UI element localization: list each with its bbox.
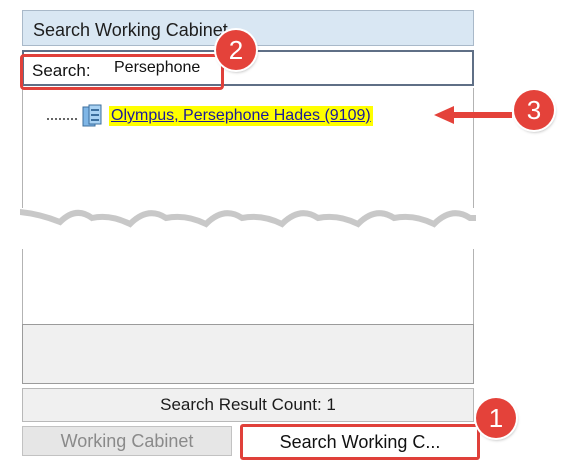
search-result-count: Search Result Count: 1 bbox=[22, 388, 474, 422]
search-result-link[interactable]: Olympus, Persephone Hades (9109) bbox=[109, 106, 373, 126]
cabinet-icon bbox=[82, 104, 102, 127]
details-pane bbox=[22, 324, 474, 384]
callout-box-search bbox=[20, 54, 224, 90]
tab-working-cabinet[interactable]: Working Cabinet bbox=[22, 426, 232, 456]
tree-connector bbox=[47, 118, 77, 120]
tab-strip: Working Cabinet Search Working C... bbox=[22, 424, 480, 460]
torn-page-separator bbox=[20, 208, 476, 249]
callout-badge-3: 3 bbox=[514, 90, 554, 130]
callout-badge-2: 2 bbox=[216, 30, 256, 70]
tab-search-working-cabinet[interactable]: Search Working C... bbox=[240, 424, 480, 460]
callout-arrow bbox=[434, 106, 512, 124]
callout-badge-1: 1 bbox=[476, 398, 516, 438]
panel-title: Search Working Cabinet bbox=[33, 20, 228, 40]
